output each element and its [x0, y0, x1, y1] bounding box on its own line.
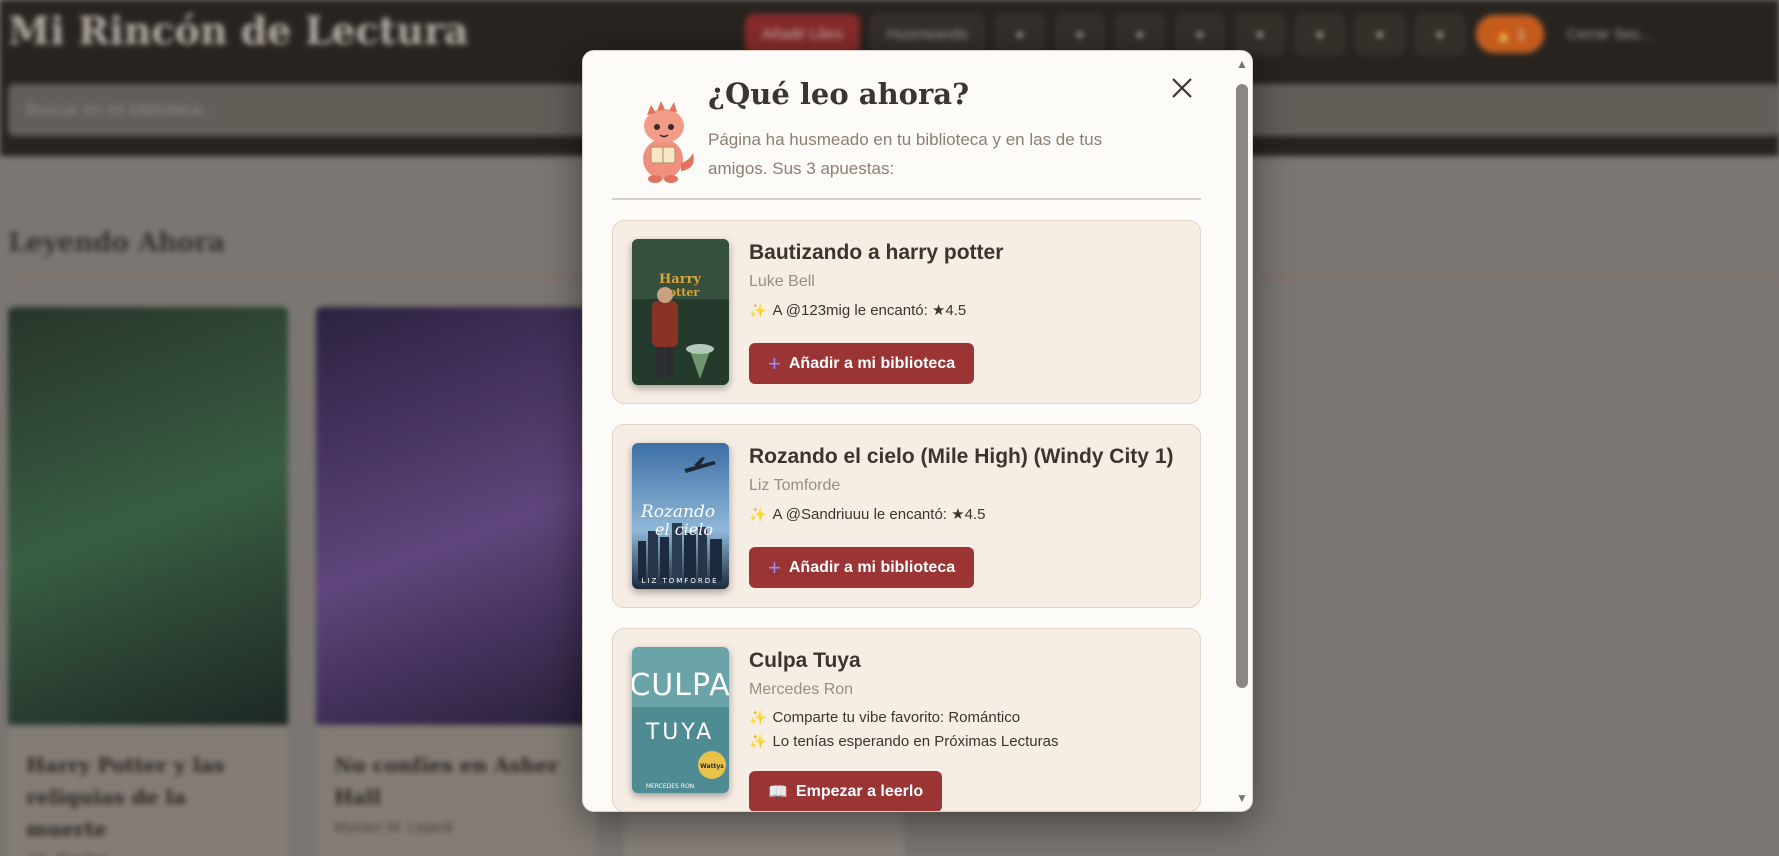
- svg-text:LIZ TOMFORDE: LIZ TOMFORDE: [641, 577, 718, 585]
- svg-text:Harry: Harry: [659, 272, 701, 287]
- modal-scrollbar[interactable]: ▲ ▼: [1231, 51, 1252, 811]
- action-label: Empezar a leerlo: [795, 782, 924, 800]
- action-label: Añadir a mi biblioteca: [788, 558, 956, 576]
- suggestion-card: Rozando el cielo LIZ TOMFORDE Rozando el…: [612, 424, 1201, 608]
- svg-text:Wattys: Wattys: [700, 763, 724, 770]
- plus-icon: +: [768, 350, 781, 376]
- suggestion-card: Harry Potter Bautizando a harry potter L…: [612, 220, 1201, 404]
- modal-title: ¿Qué leo ahora?: [708, 77, 970, 111]
- add-to-library-button[interactable]: + Añadir a mi biblioteca: [749, 547, 975, 588]
- add-to-library-button[interactable]: + Añadir a mi biblioteca: [749, 343, 975, 384]
- suggestion-title: Bautizando a harry potter: [749, 241, 1004, 264]
- suggestion-reason: ✨ Lo tenías esperando en Próximas Lectur…: [749, 733, 1058, 750]
- reason-text: Comparte tu vibe favorito: Romántico: [772, 709, 1021, 726]
- reason-text: Lo tenías esperando en Próximas Lecturas: [772, 733, 1059, 750]
- book-cover: Rozando el cielo LIZ TOMFORDE: [632, 443, 729, 589]
- book-cover: Harry Potter: [632, 239, 729, 385]
- scrollbar-thumb[interactable]: [1236, 84, 1248, 688]
- dragon-mascot-icon: [643, 101, 694, 183]
- book-cover: CULPA TUYA Wattys MERCEDES RON: [632, 647, 729, 793]
- suggestions-list: Harry Potter Bautizando a harry potter L…: [612, 220, 1201, 811]
- modal-divider: [612, 198, 1201, 200]
- svg-text:MERCEDES RON: MERCEDES RON: [646, 783, 694, 790]
- suggestion-author: Mercedes Ron: [749, 681, 854, 698]
- sparkle-icon: ✨: [749, 301, 767, 318]
- sparkle-icon: ✨: [749, 505, 767, 522]
- reason-text: A @123mig le encantó: ★4.5: [772, 302, 967, 319]
- reason-text: A @Sandriuuu le encantó: ★4.5: [772, 506, 986, 523]
- scroll-up-arrow-icon[interactable]: ▲: [1236, 57, 1248, 71]
- suggestion-reason: ✨ Comparte tu vibe favorito: Romántico: [749, 709, 1020, 726]
- action-label: Añadir a mi biblioteca: [788, 354, 956, 372]
- suggestion-author: Luke Bell: [749, 273, 815, 290]
- suggestion-reason: ✨ A @Sandriuuu le encantó: ★4.5: [749, 505, 986, 524]
- scroll-down-arrow-icon[interactable]: ▼: [1236, 791, 1248, 805]
- start-reading-button[interactable]: 📖 Empezar a leerlo: [749, 771, 943, 811]
- sparkle-icon: ✨: [749, 709, 767, 725]
- suggestion-title: Rozando el cielo (Mile High) (Windy City…: [749, 445, 1174, 468]
- suggestions-modal: ¿Qué leo ahora? Página ha husmeado en tu…: [582, 50, 1253, 812]
- modal-subtitle: Página ha husmeado en tu biblioteca y en…: [708, 130, 1103, 178]
- book-icon: 📖: [768, 783, 788, 801]
- suggestion-author: Liz Tomforde: [749, 477, 841, 494]
- svg-text:TUYA: TUYA: [645, 720, 714, 745]
- plus-icon: +: [768, 554, 781, 580]
- close-icon[interactable]: [1167, 73, 1197, 103]
- suggestion-reason: ✨ A @123mig le encantó: ★4.5: [749, 301, 967, 320]
- suggestion-card: CULPA TUYA Wattys MERCEDES RON Culpa Tuy…: [612, 628, 1201, 811]
- sparkle-icon: ✨: [749, 733, 767, 749]
- svg-text:el cielo: el cielo: [655, 520, 713, 539]
- suggestion-title: Culpa Tuya: [749, 649, 861, 672]
- svg-text:Rozando: Rozando: [640, 502, 715, 522]
- svg-text:CULPA: CULPA: [632, 668, 729, 703]
